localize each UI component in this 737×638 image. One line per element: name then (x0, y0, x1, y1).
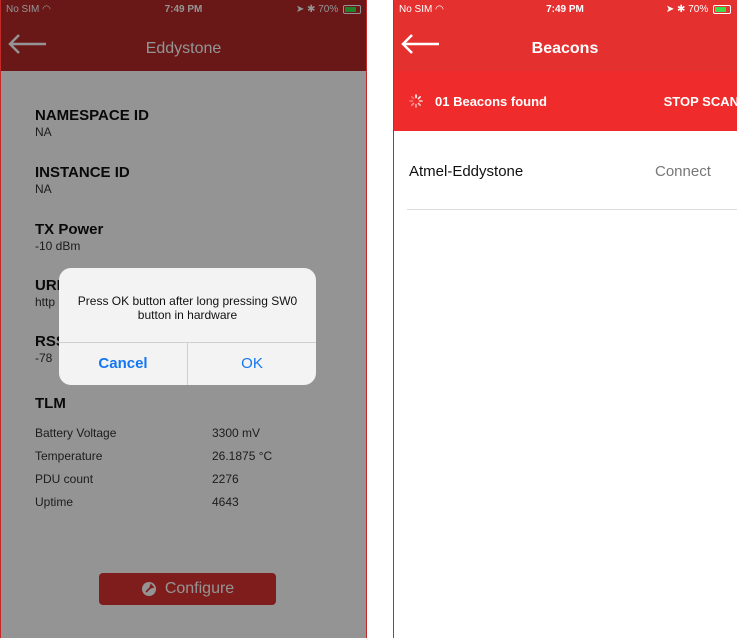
scan-status-bar: 01 Beacons found STOP SCAN (393, 71, 737, 131)
location-icon: ➤ (665, 4, 675, 15)
status-right: ➤ ✱ 70% (666, 4, 731, 15)
spinner-icon (409, 94, 423, 108)
ok-button[interactable]: OK (188, 343, 316, 385)
dialog-message: Press OK button after long pressing SW0 … (77, 294, 298, 322)
cancel-button[interactable]: Cancel (59, 343, 188, 385)
list-item[interactable]: Atmel-Eddystone Connect (393, 131, 737, 209)
status-bar: No SIM ◠ 7:49 PM ➤ ✱ 70% (393, 0, 737, 20)
divider (407, 209, 737, 210)
beacons-screen: No SIM ◠ 7:49 PM ➤ ✱ 70% Beacons 01 Beac… (393, 0, 737, 638)
dialog-buttons: Cancel OK (59, 342, 316, 385)
phone-edge (366, 0, 367, 638)
beacons-header: No SIM ◠ 7:49 PM ➤ ✱ 70% Beacons (393, 0, 737, 71)
page-title: Beacons (531, 40, 599, 57)
connect-button[interactable]: Connect (655, 163, 711, 180)
battery-icon (713, 4, 731, 14)
stop-scan-button[interactable]: STOP SCAN (664, 94, 737, 109)
beacons-found-label: 01 Beacons found (435, 94, 547, 109)
alert-dialog: Press OK button after long pressing SW0 … (59, 268, 316, 385)
battery-percent: 70% (688, 4, 709, 15)
phone-edge (0, 0, 1, 638)
phone-edge (393, 0, 394, 638)
bluetooth-icon: ✱ (677, 4, 686, 15)
eddystone-screen: NAMESPACE ID NA INSTANCE ID NA TX Power … (0, 0, 367, 638)
beacon-name: Atmel-Eddystone (409, 163, 524, 180)
